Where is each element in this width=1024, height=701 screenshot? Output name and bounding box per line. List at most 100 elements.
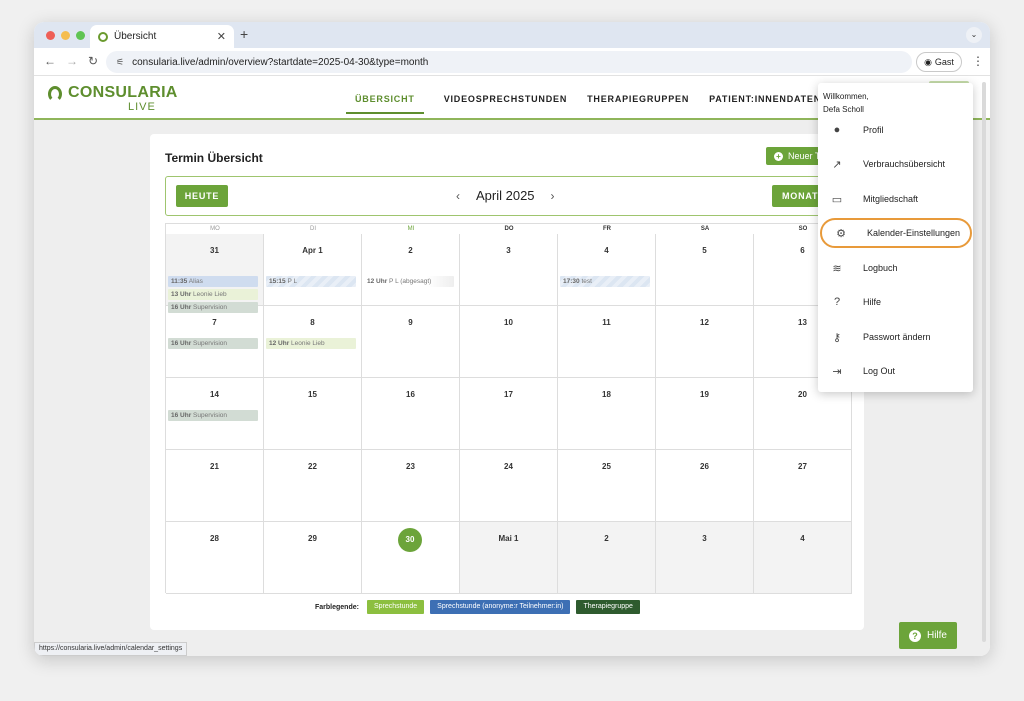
calendar-day-cell[interactable]: 26 [656,450,754,522]
tab-search-button[interactable]: ⌄ [966,27,982,43]
day-number: 18 [602,390,611,399]
browser-tab[interactable]: Übersicht ✕ [90,25,234,48]
site-settings-icon[interactable]: ⚟ [116,57,124,68]
calendar-day-cell[interactable]: 4 [754,522,852,594]
calendar-event[interactable]: 16 Uhr Supervision [168,338,258,349]
menu-item-label: Mitgliedschaft [863,194,919,204]
calendar-day-cell[interactable]: 21 [166,450,264,522]
day-number: 12 [700,318,709,327]
back-icon[interactable]: ← [44,54,56,68]
calendar-day-cell[interactable]: Mai 1 [460,522,558,594]
calendar-grid: MO DI MI DO FR SA SO 31 11:35 Alias 13 Uhr Leonie… [165,223,852,594]
calendar-day-cell[interactable]: 14 16 Uhr Supervision [166,378,264,450]
today-marker: 30 [398,528,422,552]
calendar-day-cell[interactable]: 10 [460,306,558,378]
event-time: 11:35 [171,278,188,285]
calendar-day-cell[interactable]: 27 [754,450,852,522]
calendar-day-cell[interactable]: 25 [558,450,656,522]
menu-item-passwort-aendern[interactable]: ⚷ Passwort ändern [818,322,973,352]
forward-icon[interactable]: → [66,54,78,68]
calendar-day-cell[interactable]: 8 12 Uhr Leonie Lieb [264,306,362,378]
close-window-button[interactable] [46,31,55,40]
calendar-day-cell[interactable]: 30 [362,522,460,594]
day-number: 5 [702,246,707,255]
calendar-day-cell[interactable]: 18 [558,378,656,450]
nav-therapiegruppen[interactable]: THERAPIEGRUPPEN [587,94,689,114]
calendar-event[interactable]: 13 Uhr Leonie Lieb [168,289,258,300]
menu-item-logbuch[interactable]: ≋ Logbuch [818,253,973,283]
calendar-event[interactable]: 15:15 P L [266,276,356,287]
calendar-day-cell[interactable]: 17 [460,378,558,450]
calendar-day-cell[interactable]: 22 [264,450,362,522]
nav-uebersicht[interactable]: ÜBERSICHT [346,94,424,114]
menu-item-kalender-einstellungen[interactable]: ⚙ Kalender-Einstellungen [820,218,972,248]
calendar-event[interactable]: 12 Uhr P L (abgesagt) [364,276,454,287]
calendar-day-cell[interactable]: 7 16 Uhr Supervision [166,306,264,378]
calendar-event[interactable]: 16 Uhr Supervision [168,410,258,421]
day-number: 26 [700,462,709,471]
day-header: FR [603,226,611,232]
url-field[interactable]: ⚟ consularia.live/admin/overview?startda… [106,51,912,73]
reload-icon[interactable]: ↻ [88,54,98,68]
calendar-day-cell[interactable]: Apr 1 15:15 P L [264,234,362,306]
help-icon: ? [908,629,921,642]
calendar-day-cell[interactable]: 16 [362,378,460,450]
menu-item-mitgliedschaft[interactable]: ▭ Mitgliedschaft [818,184,973,214]
maximize-window-button[interactable] [76,31,85,40]
scrollbar[interactable] [982,82,986,642]
day-header: SA [700,226,710,232]
calendar-day-cell[interactable]: 5 [656,234,754,306]
calendar-day-cell[interactable]: 29 [264,522,362,594]
gear-icon: ⚙ [836,227,846,240]
calendar-day-cell[interactable]: 4 17:30 test [558,234,656,306]
calendar-day-cell[interactable]: 15 [264,378,362,450]
calendar-event[interactable]: 11:35 Alias [168,276,258,287]
event-time: 17:30 [563,278,580,285]
menu-item-label: Profil [863,125,884,135]
nav-videosprechstunden[interactable]: VIDEOSPRECHSTUNDEN [444,94,567,114]
favicon-icon [98,31,108,42]
calendar-day-cell[interactable]: 9 [362,306,460,378]
calendar-day-cell[interactable]: 12 [656,306,754,378]
nav-patientinnendaten[interactable]: PATIENT:INNENDATEN [709,94,821,114]
calendar-day-cell[interactable]: 23 [362,450,460,522]
prev-month-icon[interactable]: ‹ [456,189,460,203]
calendar-day-cell[interactable]: 2 [558,522,656,594]
color-legend: Farblegende: Sprechstunde Sprechstunde (… [315,600,640,614]
menu-item-verbrauchsuebersicht[interactable]: ↗ Verbrauchsübersicht [818,149,973,179]
calendar-day-cell[interactable]: 3 [460,234,558,306]
menu-item-label: Kalender-Einstellungen [867,228,961,238]
day-number: 4 [800,534,805,543]
logo-icon [48,86,62,102]
today-button[interactable]: HEUTE [176,185,228,207]
menu-item-label: Passwort ändern [863,332,931,342]
calendar-event[interactable]: 12 Uhr Leonie Lieb [266,338,356,349]
close-tab-icon[interactable]: ✕ [217,30,226,43]
menu-item-log-out[interactable]: ⇥ Log Out [818,356,973,386]
help-label: Hilfe [926,630,947,641]
legend-label: Farblegende: [315,603,359,611]
calendar-day-cell[interactable]: 3 [656,522,754,594]
next-month-icon[interactable]: › [551,189,555,203]
calendar-event[interactable]: 17:30 test [560,276,650,287]
day-number: 21 [210,462,219,471]
calendar-day-cell[interactable]: 24 [460,450,558,522]
menu-item-profil[interactable]: ● Profil [818,115,973,145]
calendar-day-cell[interactable]: 31 11:35 Alias 13 Uhr Leonie Lieb 16 Uhr Su… [166,234,264,313]
menu-item-hilfe[interactable]: ? Hilfe [818,287,973,317]
calendar-day-cell[interactable]: 11 [558,306,656,378]
browser-menu-icon[interactable]: ⋮ [972,54,984,68]
profile-button[interactable]: ◉ Gast [916,52,962,72]
new-appointment-button[interactable]: + Neuer T [766,147,826,165]
new-tab-button[interactable]: + [240,26,248,42]
minimize-window-button[interactable] [61,31,70,40]
person-icon: ● [833,124,841,136]
calendar-day-cell[interactable]: 2 12 Uhr P L (abgesagt) [362,234,460,306]
day-number: 23 [406,462,415,471]
calendar-day-cell[interactable]: 28 [166,522,264,594]
day-number: 10 [504,318,513,327]
help-button[interactable]: ? Hilfe [899,622,957,649]
calendar-day-cell[interactable]: 19 [656,378,754,450]
welcome-label: Willkommen, [823,92,869,101]
event-title: Leonie Lieb [291,340,325,347]
